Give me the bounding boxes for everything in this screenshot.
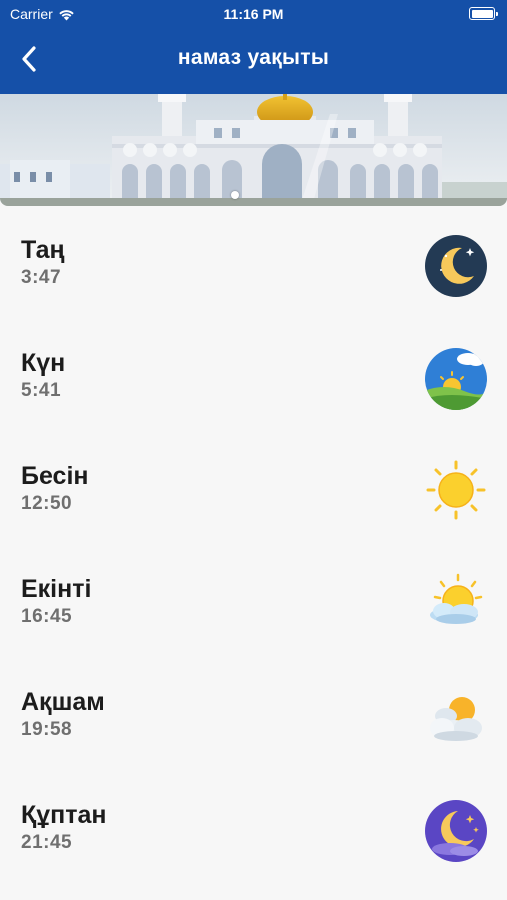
- prayer-row-quptan[interactable]: Құптан 21:45: [0, 799, 507, 900]
- prayer-time: 12:50: [21, 493, 73, 514]
- page-title: намаз уақыты: [177, 46, 330, 69]
- prayer-row-tan[interactable]: Таң 3:47: [0, 234, 507, 336]
- prayer-name: Таң: [21, 236, 65, 264]
- prayer-row-ekinti[interactable]: Екінті 16:45: [0, 573, 507, 675]
- prayer-name: Күн: [21, 349, 66, 377]
- crescent-moon-night-icon: [424, 234, 488, 298]
- prayer-time: 16:45: [21, 606, 73, 627]
- prayer-name: Құптан: [21, 801, 107, 829]
- sun-icon: [424, 460, 488, 524]
- status-time: 11:16 PM: [223, 6, 284, 22]
- prayer-time: 21:45: [21, 832, 73, 853]
- prayer-time: 5:41: [21, 380, 62, 401]
- carousel-page-indicator[interactable]: [231, 191, 239, 199]
- mosque-banner-image: [0, 94, 507, 206]
- navigation-bar: Carrier 11:16 PM намаз уақыты: [0, 0, 507, 94]
- sun-clouds-evening-icon: [424, 686, 488, 750]
- moon-stars-clouds-icon: [424, 799, 488, 863]
- battery-icon: [469, 7, 498, 20]
- banner-carousel[interactable]: [0, 94, 507, 206]
- prayer-name: Бесін: [21, 462, 89, 490]
- sun-behind-cloud-icon: [424, 573, 488, 637]
- prayer-row-aqsham[interactable]: Ақшам 19:58: [0, 688, 507, 788]
- prayer-row-besin[interactable]: Бесін 12:50: [0, 460, 507, 562]
- sunrise-landscape-icon: [424, 347, 488, 411]
- prayer-name: Ақшам: [21, 688, 105, 716]
- prayer-time: 19:58: [21, 719, 73, 740]
- prayer-name: Екінті: [21, 575, 92, 603]
- status-bar: Carrier 11:16 PM: [0, 0, 507, 30]
- prayer-time: 3:47: [21, 267, 62, 288]
- prayer-row-kun[interactable]: Күн 5:41: [0, 347, 507, 449]
